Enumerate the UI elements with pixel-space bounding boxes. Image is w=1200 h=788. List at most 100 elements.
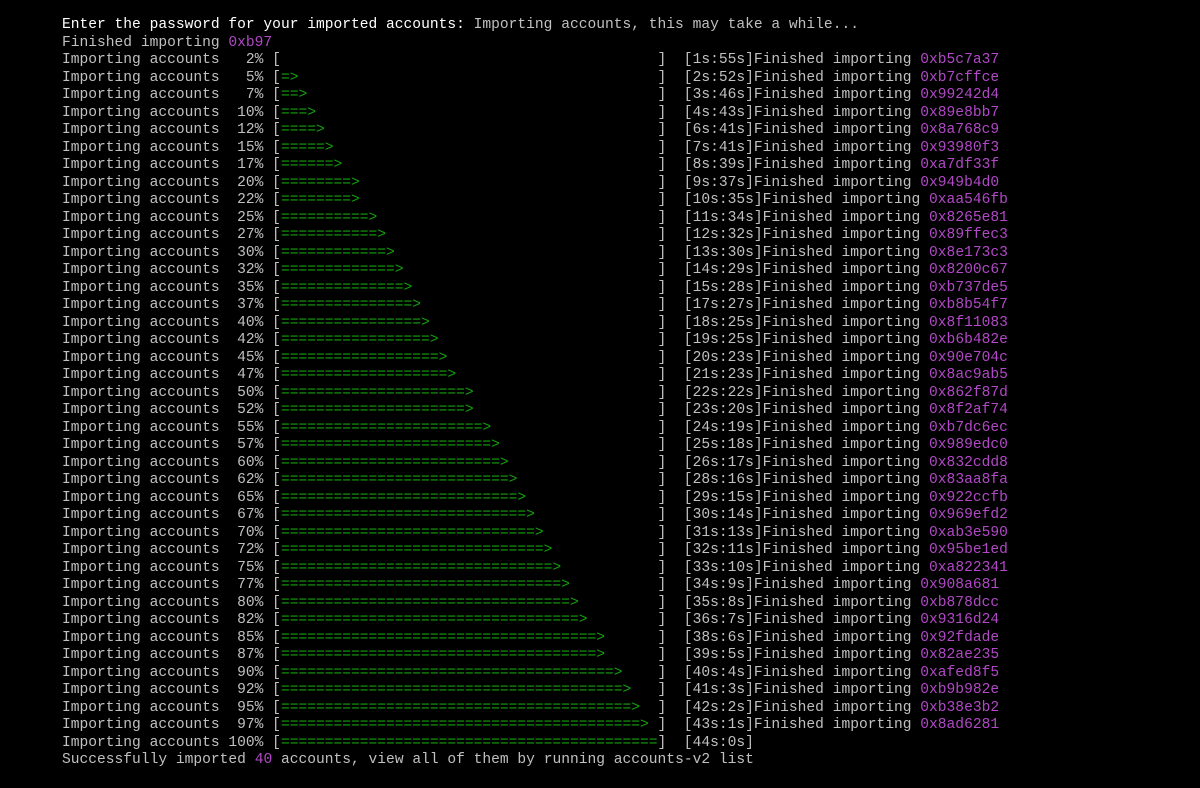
progress-percent: 10%	[237, 104, 264, 121]
progress-percent: 95%	[237, 699, 264, 716]
progress-row: Importing accounts 82% [================…	[62, 612, 1000, 628]
progress-row: Importing accounts 35% [==============> …	[62, 279, 1008, 296]
progress-percent: 5%	[245, 69, 264, 86]
progress-percent: 32%	[237, 262, 264, 278]
finished-label: Finished importing	[762, 244, 921, 261]
finished-label: Finished importing	[753, 87, 912, 103]
finished-label: Finished importing	[753, 612, 912, 628]
progress-elapsed-time: 24s:19s	[692, 419, 754, 436]
account-address: 0xb38e3b2	[920, 699, 1000, 716]
progress-percent: 77%	[237, 577, 264, 593]
account-address: 0x989edc0	[929, 437, 1008, 453]
progress-row: Importing accounts 60% [================…	[62, 454, 1008, 471]
account-address: 0xab3e590	[929, 524, 1008, 541]
progress-percent: 42%	[237, 332, 264, 348]
progress-percent: 60%	[237, 454, 264, 471]
finished-label: Finished importing	[762, 402, 921, 418]
progress-bar: ===================>	[280, 367, 457, 383]
progress-elapsed-time: 18s:25s	[692, 314, 754, 331]
progress-bar: =================>	[280, 332, 439, 348]
finished-label: Finished importing	[753, 174, 912, 191]
progress-row: Importing accounts 12% [====> ] [6s:41s]…	[62, 122, 1000, 138]
finished-label: Finished importing	[753, 647, 912, 663]
progress-label: Importing accounts	[62, 52, 220, 68]
progress-bar: =======================================>	[280, 682, 632, 698]
account-address: 0xb9b982e	[920, 682, 1000, 698]
finished-label: Finished importing	[762, 384, 921, 401]
progress-percent: 2%	[245, 52, 264, 68]
progress-label: Importing accounts	[62, 489, 220, 506]
success-line: Successfully imported 40 accounts, view …	[62, 752, 1200, 770]
progress-row: Importing accounts 30% [============> ] …	[62, 244, 1008, 261]
account-address: 0xb7dc6ec	[929, 419, 1008, 436]
progress-percent: 80%	[237, 594, 264, 611]
progress-percent: 45%	[237, 349, 264, 366]
progress-percent: 92%	[237, 682, 264, 698]
account-address: 0x92fdade	[920, 629, 1000, 646]
progress-percent: 57%	[237, 437, 264, 453]
progress-elapsed-time: 34s:9s	[692, 577, 746, 593]
progress-row: Importing accounts 32% [=============> ]…	[62, 262, 1008, 278]
finished-label: Finished importing	[762, 437, 921, 453]
progress-label: Importing accounts	[62, 209, 220, 226]
progress-bar: ================================>	[280, 577, 570, 593]
progress-bar: =============================>	[280, 524, 544, 541]
progress-elapsed-time: 26s:17s	[692, 454, 754, 471]
progress-label: Importing accounts	[62, 524, 220, 541]
progress-elapsed-time: 17s:27s	[692, 297, 754, 313]
progress-bar: =====================>	[280, 402, 474, 418]
progress-row: Importing accounts 2% [ ] [1s:55s]Finish…	[62, 52, 1000, 68]
progress-elapsed-time: 39s:5s	[692, 647, 746, 663]
progress-row: Importing accounts 40% [================…	[62, 314, 1008, 331]
progress-label: Importing accounts	[62, 332, 220, 348]
account-address: 0xa822341	[929, 559, 1008, 576]
finished-label: Finished importing	[753, 594, 912, 611]
progress-row: Importing accounts 10% [===> ] [4s:43s]F…	[62, 104, 1000, 121]
progress-elapsed-time: 42s:2s	[692, 699, 746, 716]
progress-percent: 50%	[237, 384, 264, 401]
progress-row: Importing accounts 87% [================…	[62, 647, 1000, 663]
account-address: 0x89e8bb7	[920, 104, 1000, 121]
progress-percent: 82%	[237, 612, 264, 628]
account-address: 0x90e704c	[929, 349, 1008, 366]
account-address: 0x89ffec3	[929, 227, 1008, 243]
finished-label: Finished importing	[762, 472, 921, 488]
account-address: 0xa7df33f	[920, 157, 1000, 173]
progress-row: Importing accounts 57% [================…	[62, 437, 1008, 453]
finished-label: Finished importing	[762, 279, 921, 296]
progress-rows: Importing accounts 2% [ ] [1s:55s]Finish…	[62, 52, 1200, 752]
terminal-window[interactable]: Enter the password for your imported acc…	[0, 0, 1200, 788]
progress-label: Importing accounts	[62, 227, 220, 243]
account-address: 0x83aa8fa	[929, 472, 1008, 488]
success-prefix: Successfully imported	[62, 752, 246, 768]
account-address: 0x969efd2	[929, 507, 1008, 523]
progress-bar: ========================>	[280, 437, 500, 453]
account-address: 0xb737de5	[929, 279, 1008, 296]
account-address: 0xb6b482e	[929, 332, 1008, 348]
progress-elapsed-time: 41s:3s	[692, 682, 746, 698]
account-address: 0x8f2af74	[929, 402, 1008, 418]
progress-row: Importing accounts 27% [===========> ] […	[62, 227, 1008, 243]
progress-elapsed-time: 31s:13s	[692, 524, 754, 541]
progress-bar: =======================>	[280, 419, 492, 436]
progress-row: Importing accounts 22% [========> ] [10s…	[62, 192, 1008, 208]
finished-label: Finished importing	[762, 559, 921, 576]
progress-label: Importing accounts	[62, 402, 220, 418]
finished-label: Finished importing	[753, 157, 912, 173]
progress-bar: ==>	[280, 87, 308, 103]
progress-row: Importing accounts 92% [================…	[62, 682, 1000, 698]
account-address: 0x8200c67	[929, 262, 1008, 278]
progress-elapsed-time: 21s:23s	[692, 367, 754, 383]
progress-elapsed-time: 13s:30s	[692, 244, 754, 261]
progress-label: Importing accounts	[62, 734, 220, 751]
progress-row: Importing accounts 70% [================…	[62, 524, 1008, 541]
finished-label: Finished importing	[762, 209, 921, 226]
progress-percent: 7%	[245, 87, 264, 103]
progress-percent: 17%	[237, 157, 264, 173]
finished-label: Finished importing	[753, 717, 912, 733]
progress-label: Importing accounts	[62, 682, 220, 698]
progress-elapsed-time: 15s:28s	[692, 279, 754, 296]
progress-percent: 70%	[237, 524, 264, 541]
progress-bar: ========>	[280, 174, 360, 191]
progress-label: Importing accounts	[62, 69, 220, 86]
